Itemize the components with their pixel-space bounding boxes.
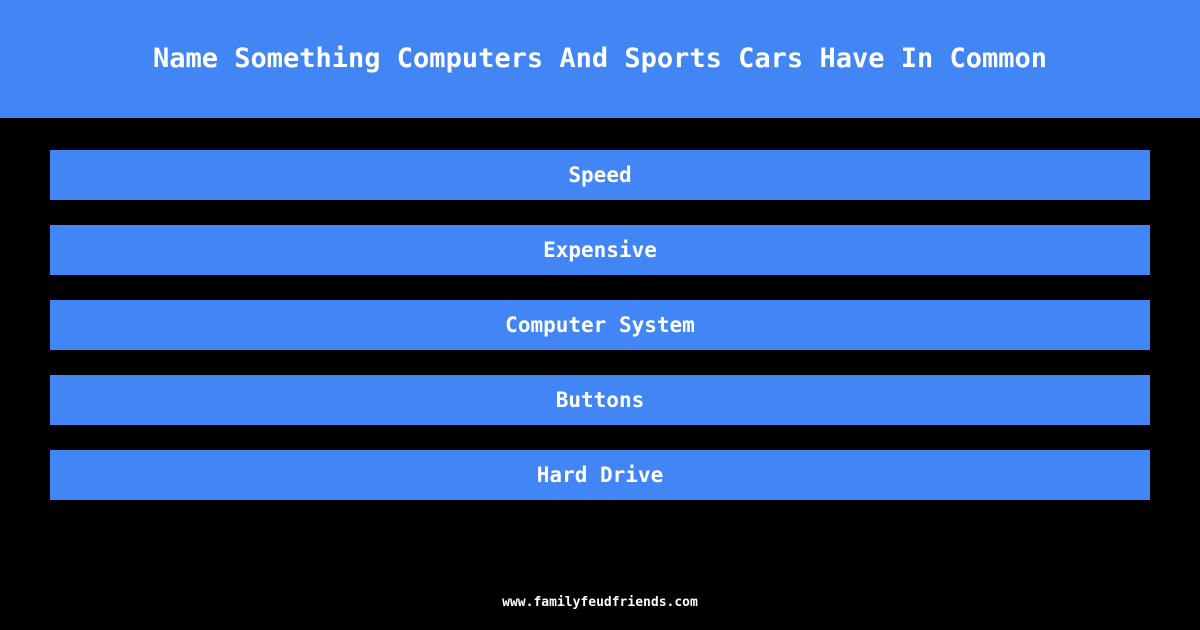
footer: www.familyfeudfriends.com (0, 595, 1200, 610)
answer-label: Speed (568, 162, 632, 187)
answer-label: Expensive (543, 237, 657, 262)
answer-label: Computer System (505, 312, 695, 337)
answer-label: Hard Drive (536, 462, 664, 487)
answer-row-4[interactable]: Buttons (50, 375, 1150, 425)
answer-label: Buttons (555, 387, 645, 412)
answer-card: Name Something Computers And Sports Cars… (0, 0, 1200, 630)
page-title: Name Something Computers And Sports Cars… (152, 43, 1048, 75)
answer-row-5[interactable]: Hard Drive (50, 450, 1150, 500)
answer-list: Speed Expensive Computer System Buttons … (50, 150, 1150, 500)
site-url[interactable]: www.familyfeudfriends.com (502, 595, 698, 610)
answer-row-2[interactable]: Expensive (50, 225, 1150, 275)
answer-row-1[interactable]: Speed (50, 150, 1150, 200)
question-header: Name Something Computers And Sports Cars… (0, 0, 1200, 118)
answer-row-3[interactable]: Computer System (50, 300, 1150, 350)
